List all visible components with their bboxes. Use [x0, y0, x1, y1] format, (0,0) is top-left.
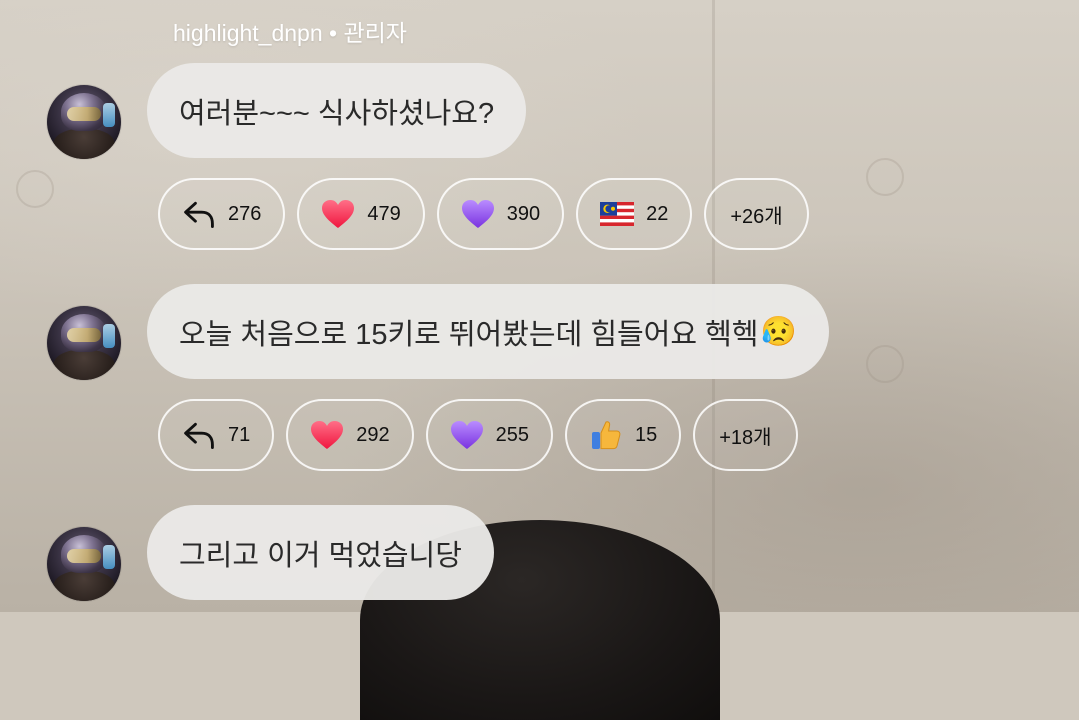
- reaction-heart-button[interactable]: 479: [297, 178, 425, 250]
- reaction-flag-count: 22: [646, 202, 669, 225]
- sender-name-label: highlight_dnpn • 관리자: [173, 20, 407, 46]
- sad-sweat-emoji-icon: 😥: [760, 315, 797, 348]
- background-wall-bolt: [866, 345, 904, 383]
- background-wall-bolt: [16, 170, 54, 208]
- reaction-heart-count: 479: [367, 202, 401, 225]
- malaysia-flag-icon: [600, 197, 635, 231]
- reply-count: 276: [228, 202, 262, 225]
- reaction-thumbs-up-count: 15: [635, 423, 658, 446]
- reply-arrow-icon: [182, 418, 216, 452]
- purple-heart-icon: [461, 197, 495, 231]
- reply-arrow-icon: [182, 197, 216, 231]
- reaction-flag-button[interactable]: 22: [576, 178, 693, 250]
- message-text: 그리고 이거 먹었습니당: [179, 539, 462, 572]
- more-reactions-label: +18개: [719, 426, 772, 449]
- red-heart-icon: [310, 418, 344, 452]
- message-bubble[interactable]: 그리고 이거 먹었습니당: [147, 505, 494, 600]
- sender-avatar[interactable]: [47, 527, 121, 601]
- message-bubble[interactable]: 오늘 처음으로 15키로 뛰어봤는데 힘들어요 헥헥 😥: [147, 284, 829, 379]
- reaction-purple-heart-button[interactable]: 255: [425, 399, 553, 471]
- more-reactions-button[interactable]: +18개: [693, 399, 798, 471]
- message-bubble[interactable]: 여러분~~~ 식사하셨나요?: [147, 63, 527, 158]
- reaction-bar: 276 479 390 22 +26개: [158, 178, 809, 250]
- more-reactions-label: +26개: [730, 205, 783, 228]
- reaction-thumbs-up-button[interactable]: 15: [565, 399, 682, 471]
- message-text: 여러분~~~ 식사하셨나요?: [179, 97, 495, 130]
- reaction-purple-heart-button[interactable]: 390: [436, 178, 565, 250]
- reaction-heart-count: 292: [356, 423, 390, 446]
- red-heart-icon: [321, 197, 355, 231]
- reaction-heart-button[interactable]: 292: [286, 399, 414, 471]
- sender-avatar[interactable]: [47, 85, 121, 159]
- message-text: 오늘 처음으로 15키로 뛰어봤는데 힘들어요 헥헥: [179, 318, 759, 351]
- reaction-purple-heart-count: 390: [506, 202, 541, 225]
- purple-heart-icon: [450, 418, 484, 452]
- sender-avatar[interactable]: [47, 306, 121, 380]
- more-reactions-button[interactable]: +26개: [704, 178, 809, 250]
- reply-button[interactable]: 71: [158, 399, 275, 471]
- reaction-bar: 71 292 255 15 +18개: [158, 399, 798, 471]
- thumbs-up-icon: [589, 418, 623, 452]
- reaction-purple-heart-count: 255: [495, 423, 529, 446]
- background-wall-bolt: [866, 158, 904, 196]
- reply-count: 71: [228, 423, 251, 446]
- reply-button[interactable]: 276: [158, 178, 286, 250]
